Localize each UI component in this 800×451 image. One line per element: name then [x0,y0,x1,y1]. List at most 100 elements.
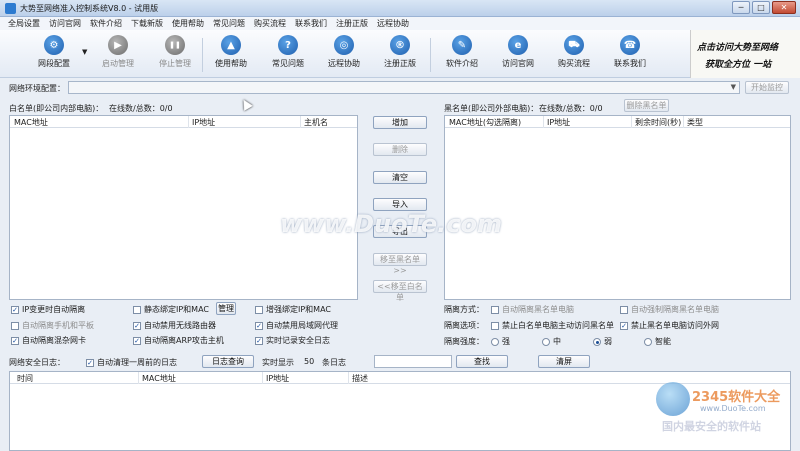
checkbox-label: IP变更时自动隔离 [22,305,86,314]
find-button[interactable]: 查找 [456,355,508,368]
menu-faq[interactable]: 常见问题 [213,18,245,29]
menu-global-settings[interactable]: 全局设置 [8,18,40,29]
toolbar-remote[interactable]: ◎ 远程协助 [316,35,372,69]
col-hostname[interactable]: 主机名 [304,117,328,128]
delete-blacklist-button[interactable]: 删除黑名单 [624,99,669,112]
column-divider [543,116,544,128]
strength-weak-radio[interactable]: 弱 [593,336,612,347]
radio-label: 中 [553,337,561,346]
checkbox-label: 自动隔离手机和平板 [22,321,94,330]
clear-button[interactable]: 清空 [373,171,427,184]
isolation-option-label: 隔离选项： [444,321,484,330]
checkbox-label: 自动禁用无线路由器 [144,321,216,330]
force-isolate-blacklist-checkbox[interactable]: 自动强制隔离黑名单电脑 [620,304,719,315]
move-to-blacklist-button[interactable]: 移至黑名单>> [373,253,427,275]
log-search-input[interactable] [374,355,452,368]
col-ip[interactable]: IP地址 [266,373,289,384]
checkbox-box: ✓ [86,358,94,367]
whitelist-online-count: 在线数/总数：0/0 [109,104,173,113]
manage-button[interactable]: 管理 [216,302,236,315]
play-icon: ▶ [108,35,128,55]
watermark-site-url: www.DuoTe.com [700,404,766,413]
toolbar-intro[interactable]: ✎ 软件介绍 [434,35,490,69]
graduation-cap-icon: ▲ [221,35,241,55]
ip-change-isolate-checkbox[interactable]: ✓ IP变更时自动隔离 [11,304,85,315]
toolbar-purchase[interactable]: ⛟ 购买流程 [546,35,602,69]
column-divider [631,116,632,128]
checkbox-box [491,305,499,314]
checkbox-box: ✓ [255,321,263,330]
menu-remote-assist[interactable]: 远程协助 [377,18,409,29]
enhanced-bind-checkbox[interactable]: 增强绑定IP和MAC [255,304,331,315]
menu-contact[interactable]: 联系我们 [295,18,327,29]
ie-icon: e [508,35,528,55]
log-query-button[interactable]: 日志查询 [202,355,254,368]
menu-bar: 全局设置 访问官网 软件介绍 下载新版 使用帮助 常见问题 购买流程 联系我们 … [0,17,800,30]
strength-strong-radio[interactable]: 强 [491,336,510,347]
add-button[interactable]: 增加 [373,116,427,129]
blacklist-label: 黑名单(即公司外部电脑)： [444,104,539,113]
radio-label: 弱 [604,337,612,346]
strength-medium-radio[interactable]: 中 [542,336,561,347]
toolbar-subnet-config-label: 网段配置 [38,59,70,68]
col-ip[interactable]: IP地址 [192,117,215,128]
minimize-button[interactable]: ─ [732,1,750,14]
question-icon: ? [278,35,298,55]
isolate-arp-attack-checkbox[interactable]: ✓ 自动隔离ARP攻击主机 [133,335,224,346]
isolate-mobile-checkbox[interactable]: 自动隔离手机和平板 [11,320,94,331]
network-env-select[interactable]: ▼ [68,81,740,94]
auto-isolate-blacklist-checkbox[interactable]: 自动隔离黑名单电脑 [491,304,574,315]
globe-icon: ◎ [334,35,354,55]
column-divider [300,116,301,128]
toolbar-start[interactable]: ▶ 启动管理 [90,35,146,69]
toolbar-stop[interactable]: ❚❚ 停止管理 [147,35,203,69]
toolbar-subnet-config[interactable]: ⚙ 网段配置 [26,35,82,69]
toolbar-help[interactable]: ▲ 使用帮助 [203,35,259,69]
col-remaining-time[interactable]: 剩余时间(秒) [635,117,681,128]
col-mac[interactable]: MAC地址 [14,117,48,128]
menu-register[interactable]: 注册正版 [336,18,368,29]
col-description[interactable]: 描述 [352,373,368,384]
block-white-to-black-checkbox[interactable]: 禁止白名单电脑主动访问黑名单 [491,320,614,331]
menu-visit-site[interactable]: 访问官网 [49,18,81,29]
block-black-internet-checkbox[interactable]: ✓ 禁止黑名单电脑访问外网 [620,320,719,331]
blacklist-table[interactable]: MAC地址(勾选隔离) IP地址 剩余时间(秒) 类型 [444,115,791,300]
start-monitor-button[interactable]: 开始监控 [745,81,789,94]
maximize-button[interactable]: □ [752,1,770,14]
col-mac[interactable]: MAC地址(勾选隔离) [449,117,521,128]
disable-lan-proxy-checkbox[interactable]: ✓ 自动禁用局域网代理 [255,320,338,331]
toolbar-website[interactable]: e 访问官网 [490,35,546,69]
col-mac[interactable]: MAC地址 [142,373,176,384]
menu-purchase[interactable]: 购买流程 [254,18,286,29]
menu-software-intro[interactable]: 软件介绍 [90,18,122,29]
toolbar-faq[interactable]: ? 常见问题 [260,35,316,69]
pause-icon: ❚❚ [165,35,185,55]
delete-button[interactable]: 删除 [373,143,427,156]
ad-banner[interactable]: 点击访问大势至网络 获取全方位 一站 [690,30,800,78]
strength-smart-radio[interactable]: 智能 [644,336,671,347]
cart-icon: ⛟ [564,35,584,55]
isolate-promiscuous-nic-checkbox[interactable]: ✓ 自动隔离混杂网卡 [11,335,86,346]
col-time[interactable]: 时间 [17,373,33,384]
static-bind-checkbox[interactable]: 静态绑定IP和MAC [133,304,209,315]
move-to-whitelist-button[interactable]: <<移至白名单 [373,280,427,302]
toolbar-register[interactable]: ® 注册正版 [372,35,428,69]
whitelist-table[interactable]: MAC地址 IP地址 主机名 [9,115,358,300]
headset-icon: ☎ [620,35,640,55]
menu-download[interactable]: 下载新版 [131,18,163,29]
clear-screen-button[interactable]: 清屏 [538,355,590,368]
disable-wireless-router-checkbox[interactable]: ✓ 自动禁用无线路由器 [133,320,216,331]
radio-circle [491,337,499,346]
close-button[interactable]: ✕ [772,1,796,14]
column-divider [138,372,139,384]
dropdown-arrow-icon[interactable]: ▼ [82,48,87,56]
menu-help[interactable]: 使用帮助 [172,18,204,29]
col-type[interactable]: 类型 [687,117,703,128]
realtime-display-label: 实时显示 [262,358,294,367]
checkbox-box [133,305,141,314]
col-ip[interactable]: IP地址 [547,117,570,128]
toolbar-purchase-label: 购买流程 [558,59,590,68]
auto-clean-log-checkbox[interactable]: ✓ 自动清理一周前的日志 [86,357,177,368]
realtime-log-checkbox[interactable]: ✓ 实时记录安全日志 [255,335,330,346]
toolbar-contact[interactable]: ☎ 联系我们 [602,35,658,69]
